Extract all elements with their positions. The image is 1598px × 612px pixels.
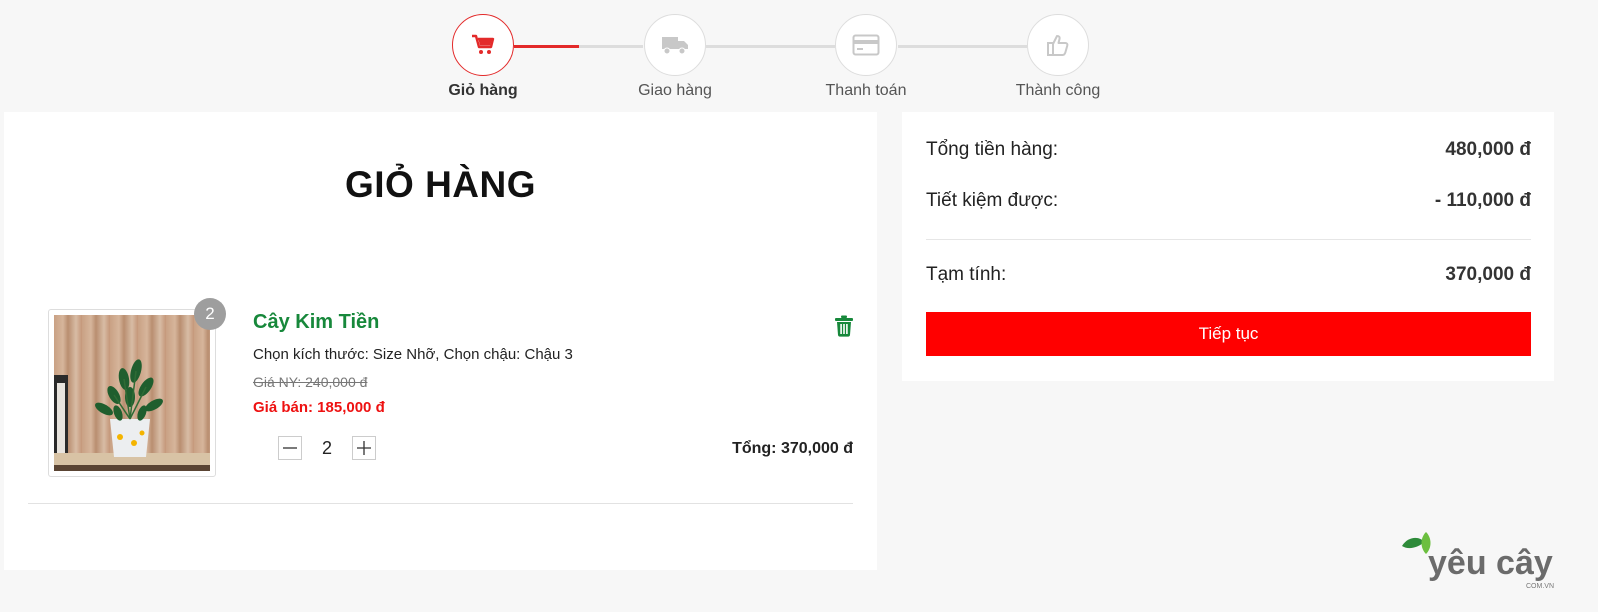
increase-quantity-button[interactable] [352,436,376,460]
plant-illustration [54,359,210,471]
summary-divider [926,239,1531,240]
decrease-quantity-button[interactable] [278,436,302,460]
checkout-stepper: Giỏ hàng Giao hàng Thanh toán Thành công [0,0,1598,112]
subtotal-value: 480,000 đ [1445,139,1531,160]
cart-item: 2 Cây Kim Tiền Chọn kích thước: Size Nhỡ… [28,298,854,504]
cart-icon [472,34,495,54]
provisional-label: Tạm tính: [926,264,1007,285]
quantity-value[interactable]: 2 [302,438,352,459]
provisional-value: 370,000 đ [1445,264,1531,285]
product-image[interactable] [48,309,216,477]
minus-icon [283,447,297,449]
saving-label: Tiết kiệm được: [926,190,1059,211]
logo-wordmark: yêu cây [1428,544,1553,582]
sale-price: Giá bán: 185,000 đ [253,399,385,416]
brand-logo[interactable]: yêu cây COM.VN [1398,526,1558,592]
step-payment-label: Thanh toán [825,82,907,99]
provisional-row: Tạm tính: 370,000 đ [926,264,1531,286]
item-total: Tổng: 370,000 đ [732,440,853,457]
step-cart-circle [452,14,514,76]
credit-card-icon [852,34,880,56]
remove-item-button[interactable] [834,315,854,337]
step-success-label: Thành công [1015,82,1101,99]
saving-value: - 110,000 đ [1434,190,1531,211]
logo-graphic: yêu cây COM.VN [1402,532,1554,590]
step-cart[interactable]: Giỏ hàng [423,14,543,100]
order-summary: Tổng tiền hàng: 480,000 đ Tiết kiệm được… [902,112,1554,381]
quantity-badge: 2 [194,298,226,330]
step-shipping-label: Giao hàng [638,82,712,99]
step-success[interactable]: Thành công [998,14,1118,100]
truck-icon [662,37,688,55]
product-name[interactable]: Cây Kim Tiền [253,311,379,334]
cart-panel: GIỎ HÀNG 2 Cây Kim Tiền Chọn kích thước:… [4,112,877,570]
saving-row: Tiết kiệm được: - 110,000 đ [926,190,1531,212]
page-title: GIỎ HÀNG [344,164,537,205]
subtotal-row: Tổng tiền hàng: 480,000 đ [926,139,1531,161]
step-cart-label: Giỏ hàng [448,82,518,99]
trash-icon [835,315,853,337]
step-payment-circle [835,14,897,76]
product-photo [54,315,210,471]
plus-icon [357,441,371,455]
quantity-stepper: 2 [278,436,376,460]
step-success-circle [1027,14,1089,76]
logo-domain: COM.VN [1526,583,1554,590]
step-payment[interactable]: Thanh toán [806,14,926,100]
step-shipping-circle [644,14,706,76]
step-shipping[interactable]: Giao hàng [615,14,735,100]
subtotal-label: Tổng tiền hàng: [926,139,1059,160]
list-price: Giá NY: 240,000 đ [253,374,368,390]
product-variant: Chọn kích thước: Size Nhỡ, Chọn chậu: Ch… [253,346,573,363]
continue-button[interactable]: Tiếp tục [926,312,1531,356]
thumbs-up-icon [1047,35,1069,56]
